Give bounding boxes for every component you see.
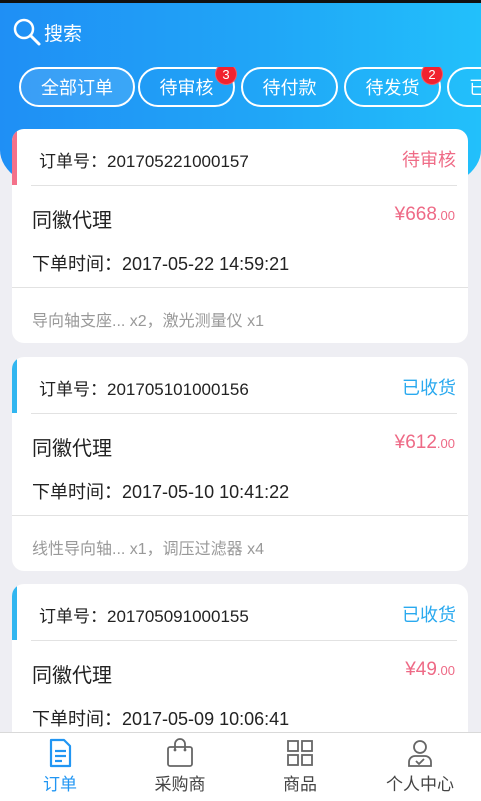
price-main: ¥49 (405, 659, 437, 680)
order-number: 订单号：201705101000156 (39, 380, 249, 399)
nav-orders[interactable]: 订单 (0, 733, 120, 801)
grid-icon (287, 740, 313, 766)
order-card[interactable]: 订单号：201705221000157 待审核 同徽代理 ¥668.00 下单时… (12, 129, 468, 343)
order-status: 已收货 (402, 605, 456, 625)
count-badge: 2 (421, 67, 443, 85)
count-badge: 3 (215, 67, 237, 85)
nav-label: 商品 (283, 775, 317, 794)
search-button[interactable]: 搜索 (12, 17, 82, 47)
order-number: 订单号：201705221000157 (39, 152, 249, 171)
price-decimals: .00 (436, 663, 455, 678)
status-bar-line (0, 0, 481, 3)
nav-profile[interactable]: 个人中心 (360, 733, 480, 801)
order-items: 导向轴支座... x2，激光测量仪 x1 (32, 313, 265, 330)
order-status: 已收货 (402, 378, 456, 398)
divider (31, 185, 457, 186)
nav-purchasers[interactable]: 采购商 (120, 733, 240, 801)
order-doc-icon (49, 738, 72, 768)
order-time: 下单时间：2017-05-22 14:59:21 (32, 254, 290, 274)
shopping-bag-icon (167, 738, 193, 767)
divider (31, 413, 457, 414)
order-price: ¥668.00 (395, 204, 455, 226)
order-items: 线性导向轴... x1，调压过滤器 x4 (32, 541, 265, 558)
price-main: ¥612 (394, 432, 437, 453)
order-number: 订单号：201705091000155 (39, 607, 249, 626)
tab-pending-review[interactable]: 待审核 3 (138, 67, 237, 107)
status-bar (12, 129, 17, 185)
agent-name: 同徽代理 (32, 438, 112, 460)
divider (31, 640, 457, 641)
tab-label: 待付款 (262, 78, 317, 98)
order-card[interactable]: 订单号：201705101000156 已收货 同徽代理 ¥612.00 下单时… (12, 357, 468, 571)
status-bar (12, 584, 17, 640)
price-decimals: .00 (436, 436, 455, 451)
nav-label: 采购商 (154, 775, 206, 794)
tab-received[interactable]: 已 (447, 67, 481, 107)
tab-pending-payment[interactable]: 待付款 (241, 67, 338, 107)
tab-pending-shipment[interactable]: 待发货 2 (344, 67, 443, 107)
agent-name: 同徽代理 (32, 665, 112, 687)
user-icon (408, 740, 432, 767)
price-main: ¥668 (394, 204, 437, 225)
tab-label: 待发货 (365, 78, 420, 98)
divider (12, 515, 468, 516)
order-time: 下单时间：2017-05-09 10:06:41 (32, 709, 290, 729)
order-price: ¥612.00 (395, 432, 455, 454)
order-time: 下单时间：2017-05-10 10:41:22 (32, 482, 290, 502)
nav-label: 个人中心 (386, 775, 454, 794)
divider (12, 287, 468, 288)
order-status: 待审核 (402, 150, 456, 170)
tab-label: 全部订单 (41, 78, 113, 98)
bottom-nav: 订单 采购商 商品 个人中心 (0, 732, 481, 801)
nav-label: 订单 (43, 775, 77, 794)
order-price: ¥49.00 (405, 659, 455, 681)
tab-all-orders[interactable]: 全部订单 (19, 67, 135, 107)
status-bar (12, 357, 17, 413)
tab-label: 已 (469, 78, 481, 98)
agent-name: 同徽代理 (32, 210, 112, 232)
status-tabs: 全部订单 待审核 3 待付款 待发货 2 已 (19, 67, 481, 109)
price-decimals: .00 (436, 208, 455, 223)
search-icon (13, 18, 41, 46)
search-label: 搜索 (44, 23, 83, 45)
tab-label: 待审核 (159, 78, 214, 98)
order-card[interactable]: 订单号：201705091000155 已收货 同徽代理 ¥49.00 下单时间… (12, 584, 468, 744)
nav-products[interactable]: 商品 (240, 733, 360, 801)
